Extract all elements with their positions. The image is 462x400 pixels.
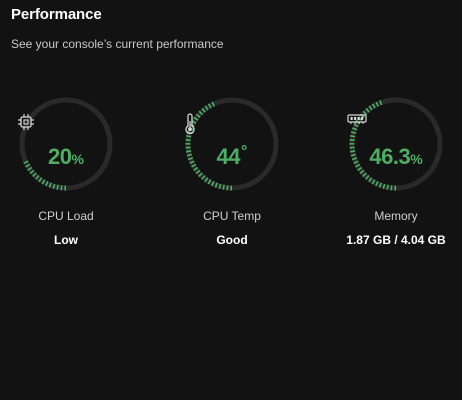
thermometer-icon (183, 113, 281, 135)
memory-metric: 46.3% Memory 1.87 GB / 4.04 GB (326, 92, 462, 262)
cpu-chip-icon (17, 113, 115, 135)
cpu-temp-value: 44° (183, 143, 281, 170)
cpu-temp-metric: 44° CPU Temp Good (162, 92, 302, 262)
memory-gauge: 46.3% (347, 95, 445, 193)
performance-panel: Performance See your console’s current p… (0, 0, 462, 400)
cpu-temp-status: Good (216, 233, 248, 247)
cpu-load-metric: 20% CPU Load Low (0, 92, 136, 262)
panel-subtitle: See your console’s current performance (11, 37, 224, 51)
memory-label: Memory (374, 209, 418, 223)
cpu-load-label: CPU Load (38, 209, 94, 223)
cpu-load-gauge: 20% (17, 95, 115, 193)
cpu-load-value: 20% (17, 144, 115, 170)
panel-title: Performance (11, 6, 102, 23)
cpu-temp-gauge: 44° (183, 95, 281, 193)
memory-number: 46.3 (369, 144, 411, 169)
cpu-load-unit: % (71, 151, 84, 167)
memory-module-icon (347, 113, 445, 135)
cpu-load-number: 20 (48, 144, 72, 169)
cpu-temp-unit: ° (241, 143, 248, 160)
cpu-load-status: Low (54, 233, 78, 247)
memory-value: 46.3% (347, 144, 445, 170)
cpu-temp-number: 44 (216, 144, 241, 169)
memory-unit: % (410, 151, 423, 167)
cpu-temp-label: CPU Temp (203, 209, 261, 223)
memory-status: 1.87 GB / 4.04 GB (346, 233, 446, 247)
